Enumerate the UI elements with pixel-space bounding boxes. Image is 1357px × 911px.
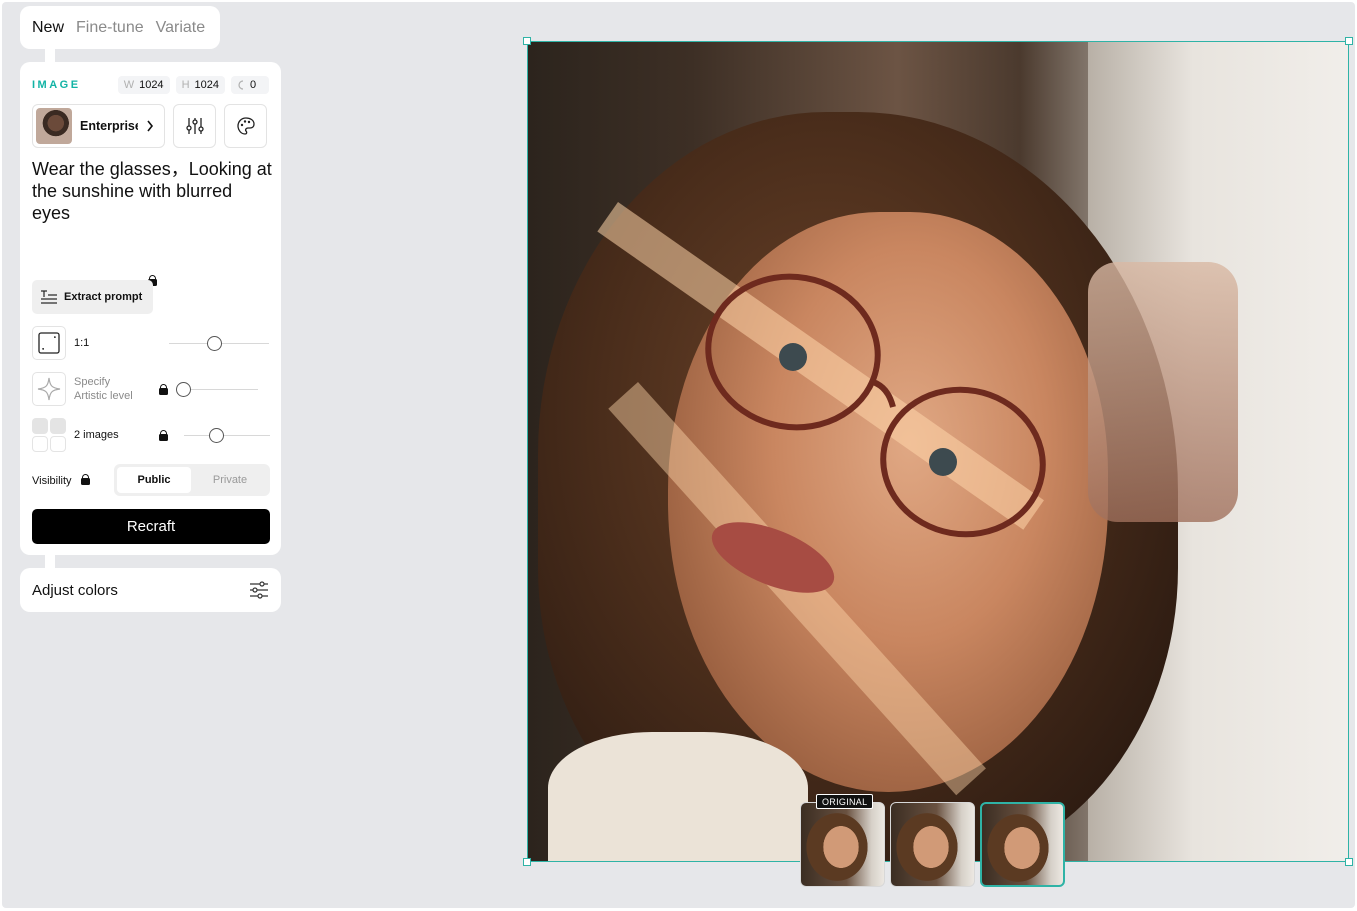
model-selector-button[interactable]: Enterprise: [32, 104, 165, 148]
artistic-level-row: Specify Artistic level: [32, 372, 270, 406]
aspect-ratio-icon: [38, 332, 60, 354]
artistic-level-knob[interactable]: [176, 382, 191, 397]
lock-icon: [80, 474, 90, 485]
adjust-sliders-icon[interactable]: [249, 581, 269, 599]
tab-fine-tune[interactable]: Fine-tune: [76, 19, 144, 37]
sliders-icon: [185, 118, 204, 134]
generated-image[interactable]: [527, 41, 1349, 862]
tab-new[interactable]: New: [32, 19, 64, 37]
artistic-level-slider[interactable]: [182, 389, 258, 390]
extract-prompt-button[interactable]: Extract prompt: [32, 280, 153, 314]
adjust-colors-panel[interactable]: Adjust colors: [20, 568, 281, 612]
resize-handle-top-right[interactable]: [1345, 37, 1353, 45]
extract-text-icon: [41, 290, 57, 304]
model-avatar: [36, 108, 72, 144]
artistic-label-line-2: Artistic level: [74, 390, 133, 402]
section-label: IMAGE: [32, 79, 81, 91]
image-settings-panel: IMAGE W 1024 H 1024 0 Enterprise Wear th…: [20, 62, 281, 555]
sweater-shape: [548, 732, 808, 861]
aspect-ratio-button[interactable]: [32, 326, 66, 360]
panel-connector: [45, 555, 55, 569]
glasses-shape: [705, 273, 1046, 538]
seed-icon: [238, 80, 244, 90]
tab-variate[interactable]: Variate: [156, 19, 206, 37]
sparkle-icon: [37, 377, 61, 401]
artistic-level-label: Specify Artistic level: [74, 375, 133, 403]
model-row: Enterprise: [32, 104, 267, 148]
artistic-level-button[interactable]: [32, 372, 66, 406]
image-count-knob[interactable]: [209, 428, 224, 443]
image-header: IMAGE W 1024 H 1024 0: [32, 76, 269, 94]
width-key: W: [123, 79, 135, 91]
visibility-toggle: Public Private: [114, 464, 270, 496]
height-field[interactable]: H 1024: [175, 76, 225, 94]
mode-tabs: New Fine-tune Variate: [20, 6, 220, 49]
visibility-public-option[interactable]: Public: [117, 467, 191, 493]
palette-button[interactable]: [224, 104, 267, 148]
recraft-button[interactable]: Recraft: [32, 509, 270, 544]
image-count-icon: [32, 418, 66, 452]
height-key: H: [181, 79, 190, 91]
aspect-ratio-knob[interactable]: [207, 336, 222, 351]
thumbnail-original[interactable]: [800, 802, 885, 887]
aspect-ratio-label: 1:1: [74, 337, 90, 349]
original-tag: ORIGINAL: [816, 794, 874, 809]
artistic-label-line-1: Specify: [74, 376, 111, 388]
tab-connector: [45, 49, 55, 63]
visibility-private-option[interactable]: Private: [193, 467, 267, 493]
settings-button[interactable]: [173, 104, 216, 148]
image-count-slider[interactable]: [184, 435, 270, 436]
aspect-ratio-row: 1:1: [32, 326, 270, 360]
extract-prompt-label: Extract prompt: [64, 291, 143, 303]
image-count-row: 2 images: [32, 418, 270, 452]
resize-handle-bottom-right[interactable]: [1345, 858, 1353, 866]
thumbnail-variation[interactable]: [980, 802, 1065, 887]
chevron-right-icon: [147, 120, 154, 132]
seed-value: 0: [250, 79, 257, 91]
adjust-colors-label: Adjust colors: [32, 581, 118, 599]
image-count-label: 2 images: [74, 429, 119, 441]
dimension-fields: W 1024 H 1024 0: [117, 76, 269, 94]
width-value: 1024: [139, 79, 164, 91]
variation-thumbnails: [800, 802, 1065, 887]
palette-icon: [236, 117, 255, 135]
thumbnail-variation[interactable]: [890, 802, 975, 887]
visibility-label: Visibility: [32, 474, 90, 487]
prompt-text[interactable]: Wear the glasses，Looking at the sunshine…: [32, 158, 272, 224]
resize-handle-bottom-left[interactable]: [523, 858, 531, 866]
width-field[interactable]: W 1024: [117, 76, 170, 94]
resize-handle-top-left[interactable]: [523, 37, 531, 45]
lock-icon: [159, 384, 168, 395]
lock-icon: [159, 430, 168, 441]
model-label: Enterprise: [80, 119, 138, 133]
height-value: 1024: [194, 79, 219, 91]
seed-field[interactable]: 0: [231, 76, 269, 94]
shirt-sleeve-shape: [1088, 262, 1238, 522]
visibility-row: Visibility Public Private: [32, 464, 270, 496]
